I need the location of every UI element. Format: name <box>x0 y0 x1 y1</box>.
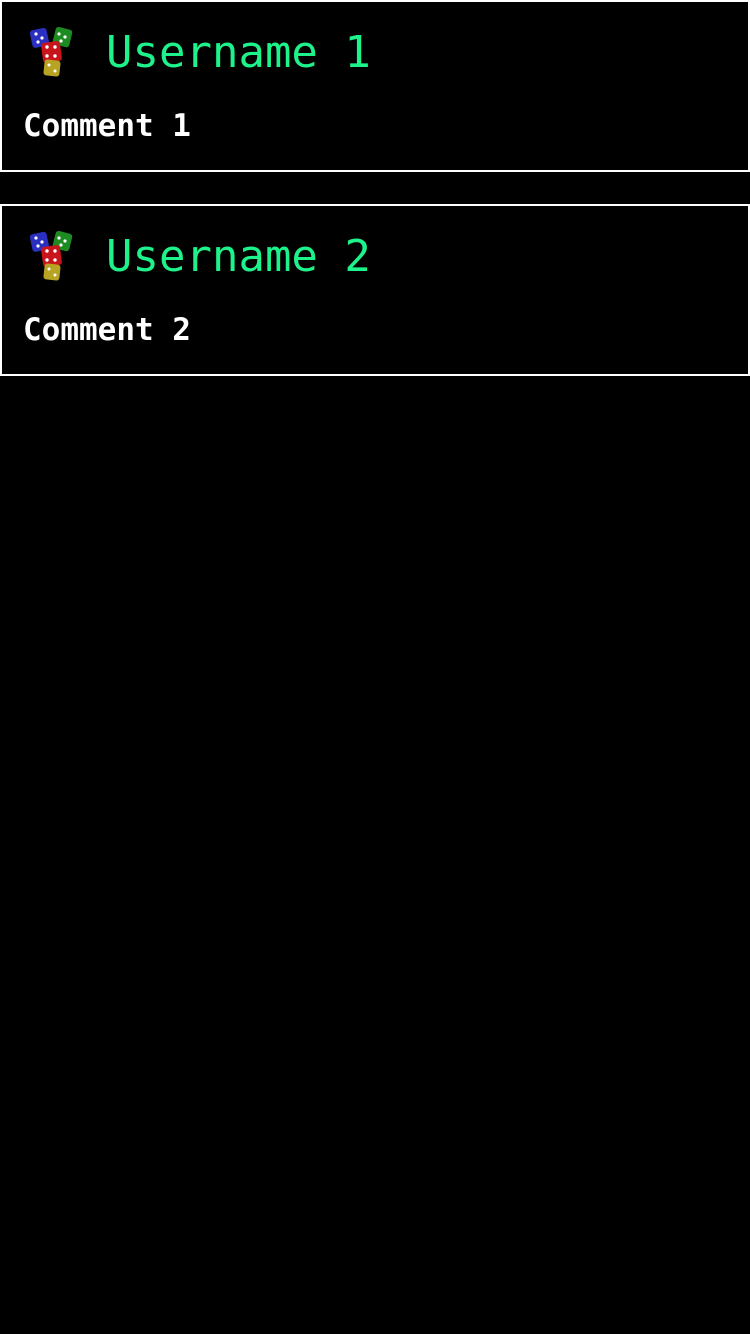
dice-icon[interactable] <box>28 229 78 285</box>
comment-header: Username 2 <box>28 228 371 286</box>
comment-card[interactable]: Username 1 Comment 1 <box>0 0 750 172</box>
comment-text: Comment 2 <box>23 312 191 348</box>
username[interactable]: Username 1 <box>106 25 371 81</box>
comment-card[interactable]: Username 2 Comment 2 <box>0 204 750 376</box>
username[interactable]: Username 2 <box>106 229 371 285</box>
comment-list: Username 1 Comment 1 Username 2 Comment … <box>0 0 750 408</box>
comment-header: Username 1 <box>28 24 371 82</box>
dice-icon[interactable] <box>28 25 78 81</box>
comment-text: Comment 1 <box>23 108 191 144</box>
